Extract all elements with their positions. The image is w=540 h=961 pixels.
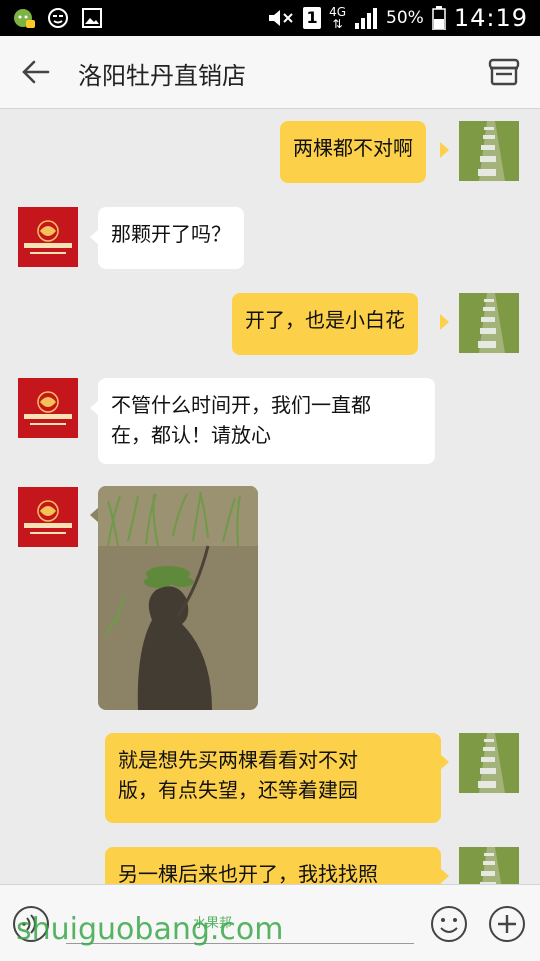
message-bubble[interactable]: 开了，也是小白花 — [232, 293, 418, 355]
message-bubble[interactable]: 不管什么时间开，我们一直都 在，都认！请放心 — [98, 378, 435, 464]
shop-avatar[interactable] — [18, 487, 78, 547]
shop-avatar[interactable] — [18, 378, 78, 438]
shop-logo-icon — [18, 487, 78, 547]
signal-icon — [355, 8, 378, 29]
wechat-notification-icon — [14, 9, 35, 28]
shop-logo-icon — [18, 207, 78, 267]
chat-area[interactable]: 两棵都不对啊 那颗开了吗？ 开了，也是小白花 不管什么时间开，我们一直都 在，都… — [0, 109, 540, 884]
message-bubble[interactable]: 两棵都不对啊 — [280, 121, 426, 183]
message-bubble[interactable]: 那颗开了吗？ — [98, 207, 244, 269]
battery-icon — [432, 6, 446, 30]
sim-indicator: 1 — [303, 7, 322, 29]
my-avatar[interactable] — [459, 121, 519, 181]
network-type: 4G ⇅ — [329, 5, 347, 31]
path-photo-icon — [459, 293, 519, 353]
mute-icon — [269, 10, 293, 26]
clock: 14:19 — [453, 4, 528, 32]
page-title: 洛阳牡丹直销店 — [78, 62, 246, 90]
storefront-icon[interactable] — [486, 54, 522, 90]
path-photo-icon — [459, 847, 519, 884]
my-avatar[interactable] — [459, 733, 519, 793]
message-bubble[interactable]: 就是想先买两棵看看对不对 版，有点失望，还等着建园 — [105, 733, 441, 823]
watermark-text: shuiguobang.com — [16, 912, 284, 947]
image-message[interactable] — [98, 486, 258, 710]
back-arrow-icon[interactable] — [18, 56, 54, 88]
chat-header: 洛阳牡丹直销店 — [0, 36, 540, 109]
plus-icon[interactable] — [488, 905, 526, 943]
emoji-icon[interactable] — [430, 905, 468, 943]
gallery-notification-icon — [82, 8, 102, 28]
smiley-notification-icon — [48, 8, 68, 28]
shop-logo-icon — [18, 378, 78, 438]
my-avatar[interactable] — [459, 293, 519, 353]
path-photo-icon — [459, 121, 519, 181]
seedling-photo — [98, 486, 258, 710]
shop-avatar[interactable] — [18, 207, 78, 267]
my-avatar[interactable] — [459, 847, 519, 884]
status-bar: 1 4G ⇅ 50% 14:19 — [0, 0, 540, 36]
battery-percent: 50% — [386, 8, 424, 28]
watermark-logo: 水果邦 — [193, 916, 233, 931]
message-bubble[interactable]: 另一棵后来也开了，我找找照 — [105, 847, 441, 884]
path-photo-icon — [459, 733, 519, 793]
